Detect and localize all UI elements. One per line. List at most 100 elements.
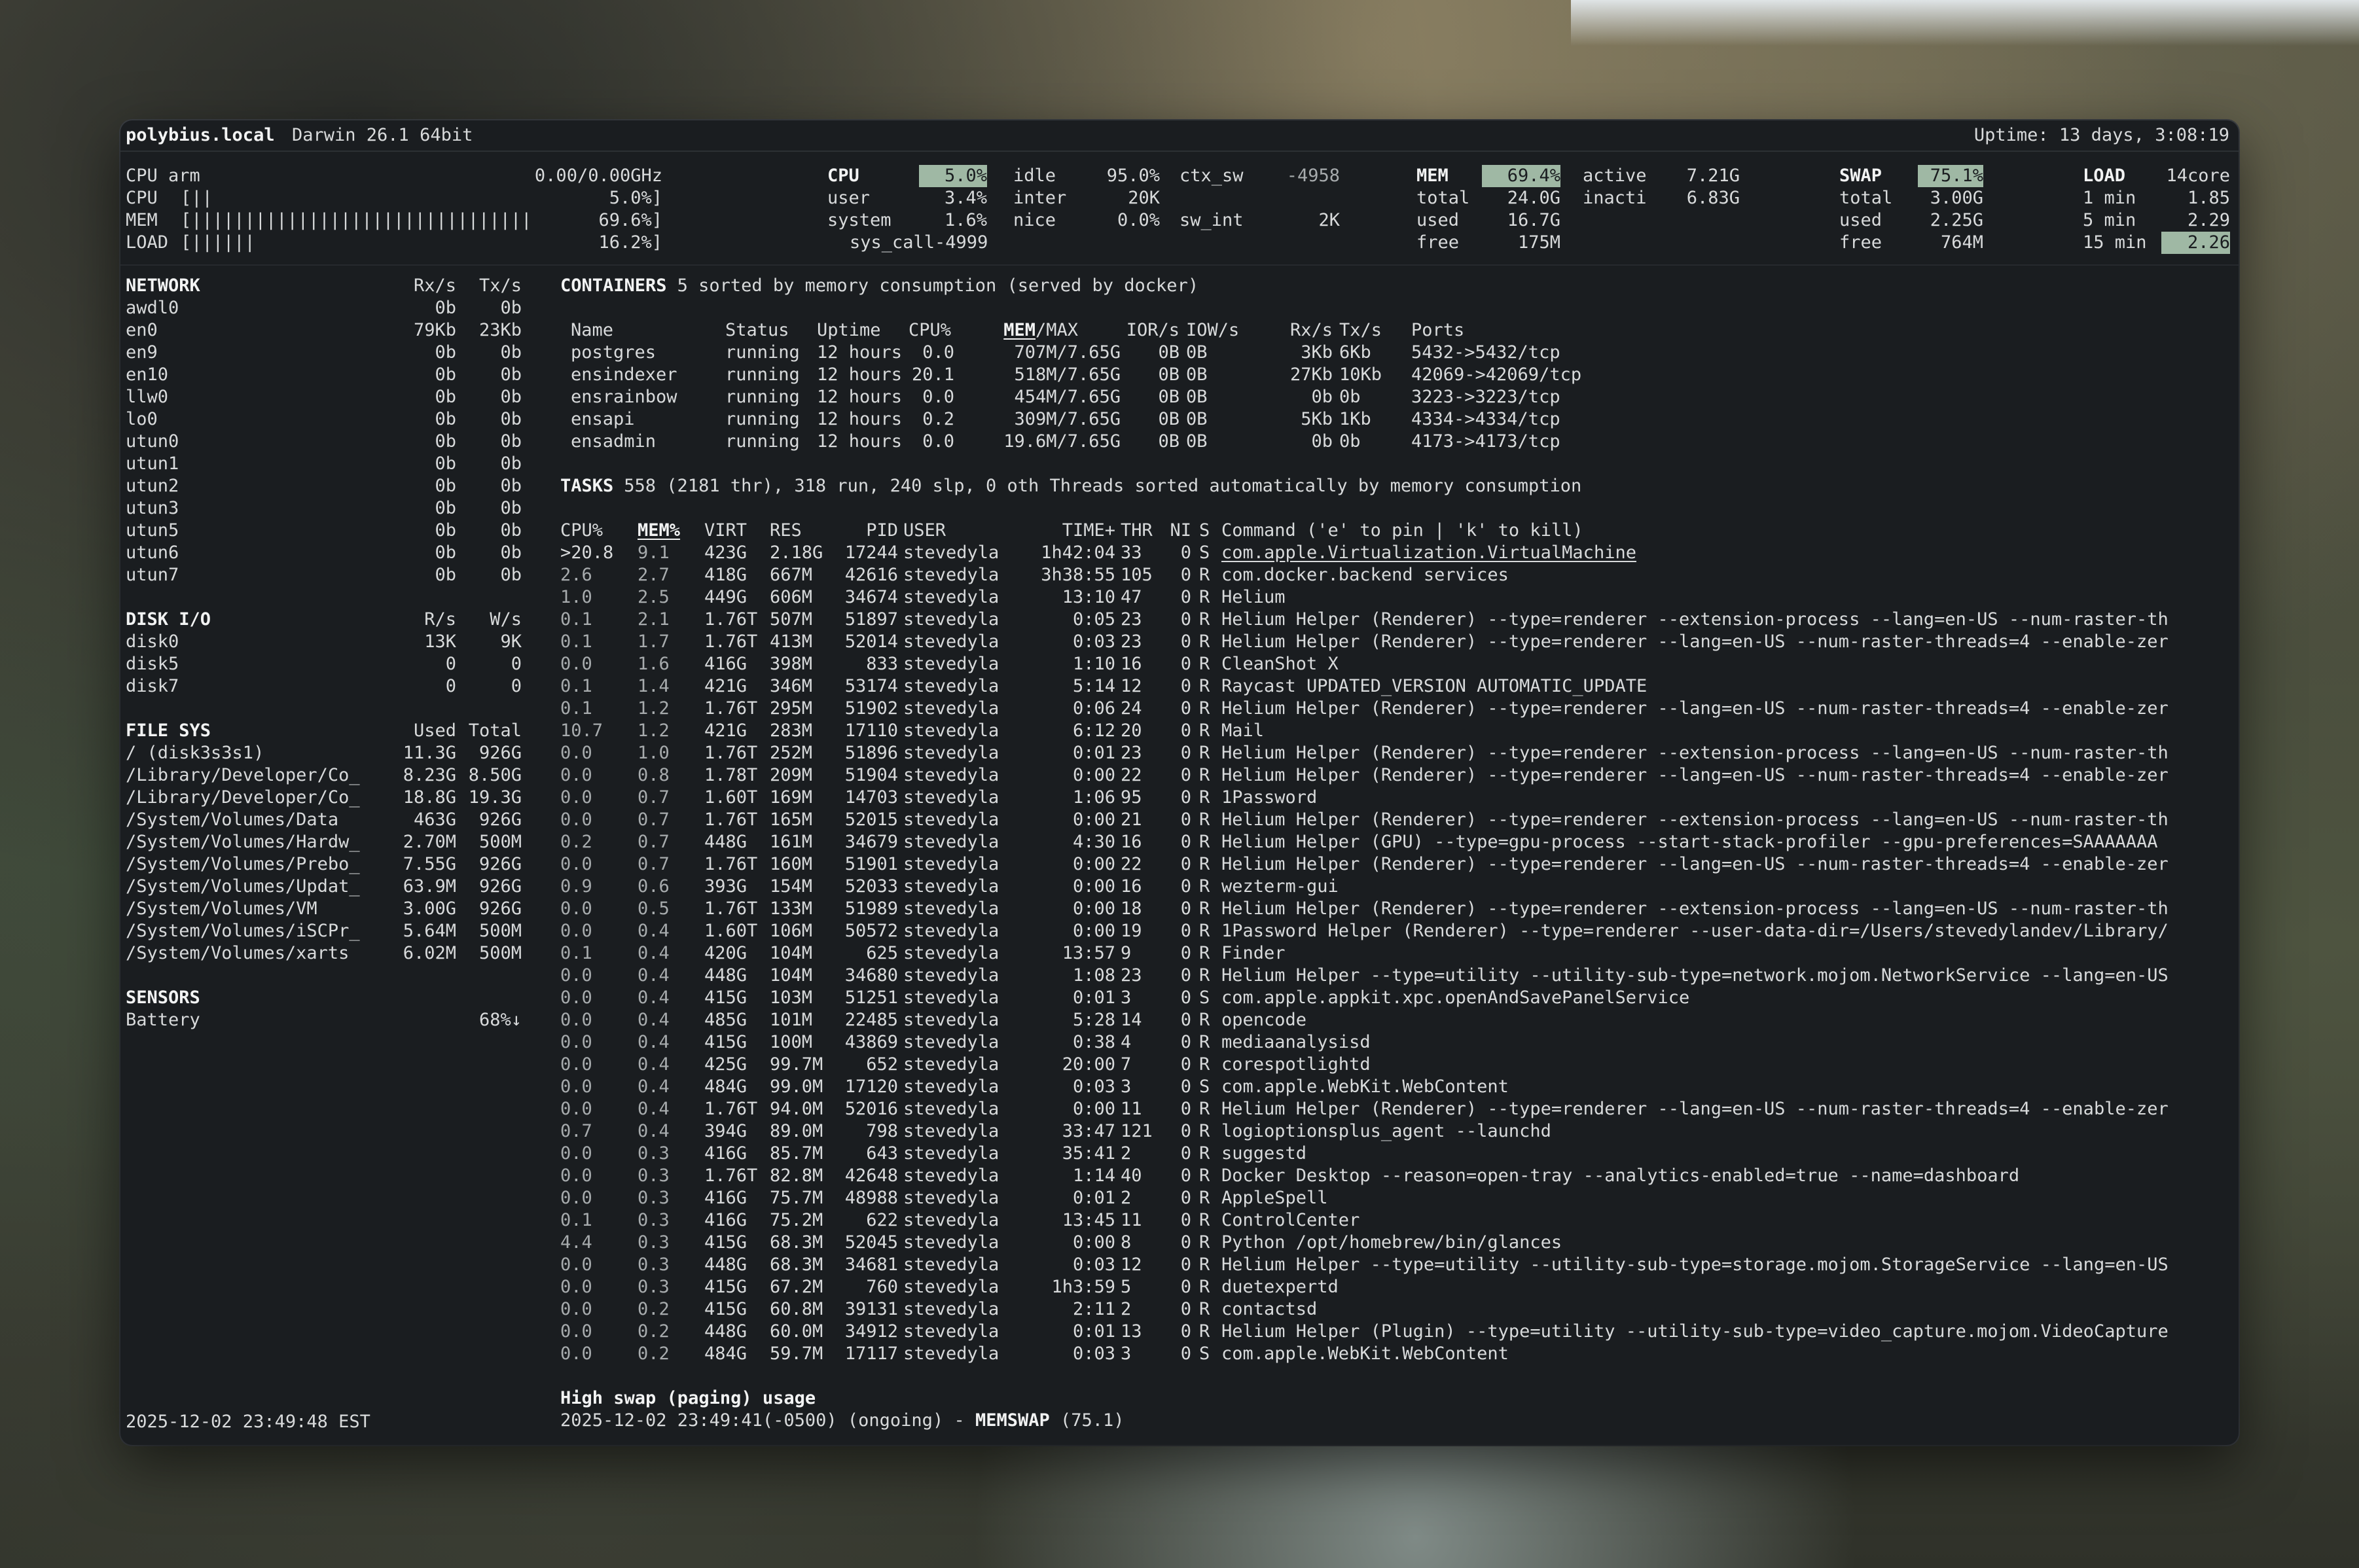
process-row[interactable]: 0.0 0.3 415G 67.2M 760 stevedyla 1h3:59 5 0 Rduet… [560,1276,2169,1298]
process-row[interactable]: 0.0 0.4 485G 101M 22485 stevedyla 5:28 14 0 Ropen… [560,1009,2169,1031]
process-row[interactable]: >20.8 9.1 423G 2.18G 17244 stevedyla 1h42:04 33… [560,542,2169,564]
process-cell: stevedyla [903,1210,999,1230]
process-row[interactable]: 0.0 0.3 416G 75.7M 48988 stevedyla 0:01 2 0 R Appl… [560,1187,2169,1209]
process-row[interactable]: 0.1 1.2 1.76T 295M 51902 stevedyla 0:06 24 0 R Hel… [560,698,2169,720]
process-cell: 415G [704,988,747,1008]
process-row[interactable]: 0.1 1.4 421G 346M 53174 stevedyla 5:14 12 0 R Rayc… [560,675,2169,698]
process-row[interactable]: 0.0 0.4 1.60T 106M 50572 stevedyla 0:00 19 0 R 1Pa… [560,920,2169,942]
process-list: >20.8 9.1 423G 2.18G 17244 stevedyla 1h42:04 33… [560,542,2169,1365]
process-row[interactable]: 4.4 0.3 415G 68.3M 52045 stevedyla 0:00 8 0 R Pyth… [560,1232,2169,1254]
process-cell: stevedyla [903,1077,999,1097]
container-row[interactable]: ensapi running 12 hours 0.2 309M/7.65G 0B 0B 5K… [560,408,2169,431]
process-cell: 448G [704,832,747,852]
process-row[interactable]: 0.0 0.2 484G 59.7M 17117 stevedyla 0:03 3 0 Scom.… [560,1343,2169,1365]
container-row[interactable]: postgres running 12 hours 0.0 707M/7.65G 0B 0B… [560,342,2169,364]
process-cell: 160M [770,854,813,874]
process-row[interactable]: 0.0 0.4 1.76T 94.0M 52016 stevedyla 0:00 11 0 R He… [560,1098,2169,1120]
process-cell: 21 [1121,810,1142,830]
process-row[interactable]: 0.1 0.4 420G 104M 625 stevedyla 13:57 9 0 R Finder [560,942,2169,965]
process-row[interactable]: 0.1 0.3 416G 75.2M 622 stevedyla 13:45 11 0 R Cont… [560,1209,2169,1232]
process-row[interactable]: 2.6 2.7 418G 667M 42616 stevedyla 3h38:55 105 0 R… [560,564,2169,586]
process-cell: R [1199,1054,1210,1075]
process-row[interactable]: 0.0 0.7 1.76T 165M 52015 stevedyla 0:00 21 0 R Hel… [560,809,2169,831]
process-cell: 0.0 [560,1166,592,1186]
process-row[interactable]: 0.0 0.3 416G 85.7M 643 stevedyla 35:41 2 0 Rsugge… [560,1143,2169,1165]
process-cell: stevedyla [903,876,999,897]
col-header: CPU% [909,320,952,340]
process-cell: 0:01 [1072,988,1115,1008]
process-row[interactable]: 0.0 0.3 1.76T 82.8M 42648 stevedyla 1:14 40 0 R Do… [560,1165,2169,1187]
container-cell: 0B [1186,409,1208,429]
process-row[interactable]: 0.0 0.4 425G 99.7M 652 stevedyla 20:00 7 0 Rcores… [560,1054,2169,1076]
process-cell: 0.7 [638,787,670,808]
process-cell: 5:28 [1072,1010,1115,1030]
fs-value: 8.50G [468,765,522,785]
network-value: 0b [435,476,456,496]
process-row[interactable]: 0.9 0.6 393G 154M 52033 stevedyla 0:00 16 0 Rwezt… [560,876,2169,898]
container-row[interactable]: ensindexer running 12 hours 20.1 518M/7.65G 0… [560,364,2169,386]
process-row[interactable]: 0.1 2.1 1.76T 507M 51897 stevedyla 0:05 23 0 R Hel… [560,609,2169,631]
process-cell: Helium Helper (Renderer) --type=renderer… [1221,632,2169,652]
process-cell: 13:57 [1062,943,1115,963]
process-row[interactable]: 0.0 0.2 415G 60.8M 39131 stevedyla 2:11 2 0 Rcont… [560,1298,2169,1321]
fs-value: 7.55G [403,854,456,874]
process-row[interactable]: 0.0 0.7 1.76T 160M 51901 stevedyla 0:00 22 0 R Hel… [560,853,2169,876]
process-cell: 34912 [844,1321,898,1342]
process-cell: Helium Helper (GPU) --type=gpu-process -… [1221,832,2158,852]
process-row[interactable]: 10.7 1.2 421G 283M 17110 stevedyla 6:12 20 0 R Mai… [560,720,2169,742]
process-cell: 0.1 [560,632,592,652]
process-cell: R [1199,965,1210,986]
process-row[interactable]: 0.0 1.6 416G 398M 833 stevedyla 1:10 16 0 R CleanS… [560,653,2169,675]
process-row[interactable]: 0.0 0.2 448G 60.0M 34912 stevedyla 0:01 13 0 R Hel… [560,1321,2169,1343]
fs-value: 926G [478,899,522,919]
process-cell: 0 [1180,1232,1191,1253]
container-row[interactable]: ensadmin running 12 hours 0.0 19.6M/7.65G 0B 0… [560,431,2169,453]
fs-value: 926G [478,810,522,830]
terminal-window[interactable]: polybius.local Darwin 26.1 64bit Uptime:… [120,120,2239,1445]
process-row[interactable]: 0.7 0.4 394G 89.0M 798 stevedyla 33:47 121 0 Rlog… [560,1120,2169,1143]
process-row[interactable]: 0.0 0.8 1.78T 209M 51904 stevedyla 0:00 22 0 R Hel… [560,764,2169,787]
fs-value: 63.9M [403,876,456,897]
process-row[interactable]: 1.0 2.5 449G 606M 34674 stevedyla 13:10 47 0 R Hel… [560,586,2169,609]
process-cell: 1.78T [704,765,758,785]
fs-value: 500M [478,943,522,963]
container-cell: 20.1 [911,365,954,385]
process-row[interactable]: 0.2 0.7 448G 161M 34679 stevedyla 4:30 16 0 R Heli… [560,831,2169,853]
process-cell: 0.0 [560,654,592,674]
process-cell: 94.0M [770,1099,823,1119]
col-header-sorted[interactable]: MEM% [638,520,704,542]
process-cell: Python /opt/homebrew/bin/glances [1221,1232,1562,1253]
process-cell: 0 [1180,543,1191,563]
process-row[interactable]: 0.0 0.4 415G 103M 51251 stevedyla 0:01 3 0 Scom.a… [560,987,2169,1009]
process-cell: 104M [770,943,813,963]
network-name: utun1 [126,454,179,474]
process-row[interactable]: 0.0 0.3 448G 68.3M 34681 stevedyla 0:03 12 0 R Hel… [560,1254,2169,1276]
process-row[interactable]: 0.0 0.4 448G 104M 34680 stevedyla 1:08 23 0 R Heli… [560,965,2169,987]
process-cell: 165M [770,810,813,830]
process-cell: opencode [1221,1010,1307,1030]
cpu-stat-label: sw_int [1180,210,1244,230]
container-row[interactable]: ensrainbow running 12 hours 0.0 454M/7.65G 0B… [560,386,2169,408]
process-row[interactable]: 0.0 1.0 1.76T 252M 51896 stevedyla 0:01 23 0 R Hel… [560,742,2169,764]
process-cell: 35:41 [1062,1143,1115,1164]
process-row[interactable]: 0.1 1.7 1.76T 413M 52014 stevedyla 0:03 23 0 R Hel… [560,631,2169,653]
process-row[interactable]: 0.0 0.7 1.60T 169M 14703 stevedyla 1:06 95 0 R 1Pa… [560,787,2169,809]
process-cell: 2:11 [1072,1299,1115,1319]
network-value: 0b [500,498,522,518]
process-cell: 43869 [844,1032,898,1052]
process-row[interactable]: 0.0 0.4 484G 99.0M 17120 stevedyla 0:03 3 0 Scom.… [560,1076,2169,1098]
process-row[interactable]: 0.0 0.5 1.76T 133M 51989 stevedyla 0:00 18 0 R Hel… [560,898,2169,920]
process-row[interactable]: 0.0 0.4 415G 100M 43869 stevedyla 0:38 4 0 Rmedia… [560,1031,2169,1054]
